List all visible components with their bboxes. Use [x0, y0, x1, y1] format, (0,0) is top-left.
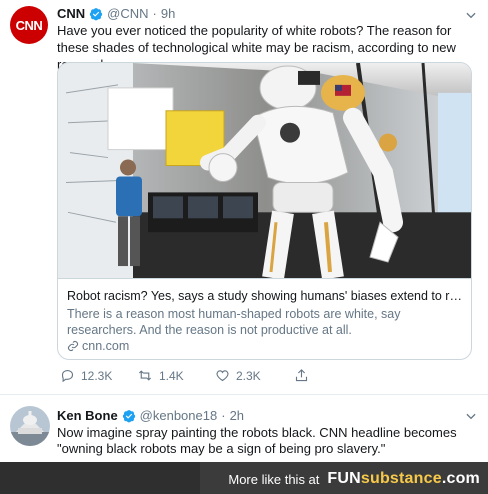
reply-author-name[interactable]: Ken Bone: [57, 408, 118, 423]
card-domain[interactable]: cnn.com: [67, 339, 129, 353]
author-name[interactable]: CNN: [57, 6, 85, 21]
ken-bone-avatar[interactable]: [10, 406, 50, 446]
brand-sub: substance: [360, 470, 442, 487]
author-handle[interactable]: @CNN: [107, 6, 148, 21]
cnn-avatar-logo: CNN: [15, 17, 43, 33]
reply-button[interactable]: 12.3K: [60, 368, 112, 383]
chevron-down-icon[interactable]: [464, 409, 478, 423]
reply-icon: [61, 369, 74, 383]
retweet-icon: [138, 370, 152, 381]
verified-badge-icon: [122, 409, 135, 422]
separator-dot: ·: [152, 6, 157, 21]
tweet-actions: 12.3K 1.4K 2.3K: [57, 368, 357, 386]
reply-timestamp[interactable]: 2h: [230, 408, 244, 423]
funsubstance-logo: FUNsubstance.com: [327, 470, 480, 488]
reply-count: 12.3K: [81, 368, 113, 383]
card-description: There is a reason most human-shaped robo…: [67, 307, 401, 337]
tweet-header: CNN @CNN · 9h: [57, 6, 175, 21]
tweet-timestamp[interactable]: 9h: [161, 6, 175, 21]
chevron-down-icon[interactable]: [464, 8, 478, 22]
reply-text: Now imagine spray painting the robots bl…: [57, 425, 457, 456]
brand-fun: FUN: [327, 470, 361, 487]
brand-tld: .com: [441, 470, 480, 487]
retweet-count: 1.4K: [159, 368, 184, 383]
card-domain-text: cnn.com: [82, 339, 130, 353]
cnn-avatar[interactable]: CNN: [10, 6, 48, 44]
footer-link[interactable]: More like this at FUNsubstance.com: [228, 470, 480, 488]
separator-dot: ·: [221, 408, 226, 423]
retweet-button[interactable]: 1.4K: [137, 368, 184, 383]
verified-badge-icon: [90, 7, 103, 20]
card-title[interactable]: Robot racism? Yes, says a study showing …: [67, 289, 467, 303]
like-button[interactable]: 2.3K: [215, 368, 261, 383]
cnn-tweet[interactable]: CNN CNN @CNN · 9h Have you ever noticed …: [0, 0, 488, 395]
footer-more-text: More like this at: [228, 471, 320, 487]
reply-author-handle[interactable]: @kenbone18: [140, 408, 218, 423]
link-card[interactable]: Robot racism? Yes, says a study showing …: [57, 62, 472, 360]
share-icon: [295, 369, 308, 382]
card-image-robot[interactable]: [58, 63, 472, 279]
like-count: 2.3K: [236, 368, 261, 383]
share-button[interactable]: [294, 368, 315, 383]
reply-header: Ken Bone @kenbone18 · 2h: [57, 408, 244, 423]
reply-tweet[interactable]: Ken Bone @kenbone18 · 2h Now imagine spr…: [0, 396, 488, 462]
link-icon: [67, 340, 79, 352]
footer-left-panel: [0, 462, 200, 494]
watermark-footer: More like this at FUNsubstance.com: [0, 462, 488, 494]
heart-icon: [216, 370, 229, 382]
